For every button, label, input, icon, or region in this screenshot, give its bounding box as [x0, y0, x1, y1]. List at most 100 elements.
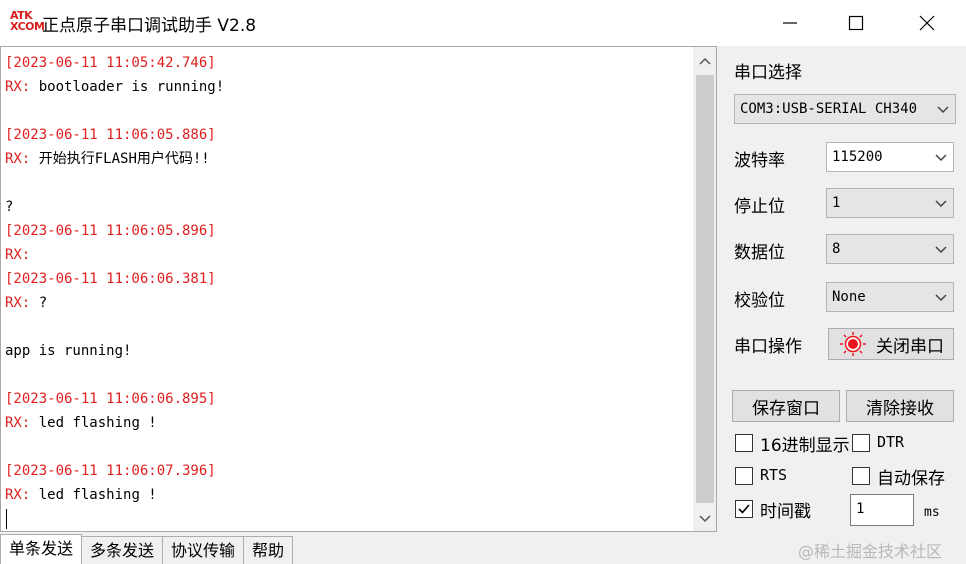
stop-bits-value: 1 [832, 195, 841, 211]
receive-lines: [2023-06-11 11:05:42.746] RX: bootloader … [5, 51, 691, 507]
data-bits-value: 8 [832, 241, 841, 257]
receive-line: RX: [5, 243, 691, 267]
message-text: app is running! [5, 343, 132, 359]
rts-label: RTS [760, 466, 788, 484]
parity-value: None [832, 289, 866, 305]
receive-line [5, 363, 691, 387]
timestamp-interval-input[interactable]: 1 [850, 494, 914, 526]
receive-line [5, 99, 691, 123]
title-bar: ATK XCOM 正点原子串口调试助手 V2.8 [0, 0, 966, 46]
chevron-up-icon [699, 57, 711, 65]
rx-message: 开始执行FLASH用户代码!! [30, 151, 210, 167]
timestamp-text: [2023-06-11 11:06:07.396] [5, 463, 216, 479]
scroll-down-button[interactable] [693, 507, 716, 531]
rx-prefix: RX: [5, 487, 31, 503]
port-operation-label: 串口操作 [734, 337, 802, 357]
timestamp-interval-value: 1 [856, 501, 865, 517]
bottom-tabs: 单条发送 多条发送 协议传输 帮助 [0, 534, 294, 564]
rx-prefix: RX: [5, 79, 31, 95]
receive-line: RX: bootloader is running! [5, 75, 691, 99]
settings-panel: 串口选择 COM3:USB-SERIAL CH340 波特率 115200 停止… [722, 46, 966, 564]
hex-display-label: 16进制显示 [760, 436, 850, 456]
receive-line: RX: led flashing ! [5, 411, 691, 435]
data-bits-dropdown[interactable]: 8 [826, 234, 954, 264]
parity-dropdown[interactable]: None [826, 282, 954, 312]
baud-dropdown[interactable]: 115200 [826, 142, 954, 172]
baud-label: 波特率 [734, 151, 785, 171]
tab-single-send[interactable]: 单条发送 [0, 534, 83, 564]
chevron-down-icon [935, 246, 947, 254]
interval-unit-label: ms [924, 505, 940, 520]
receive-line: app is running! [5, 339, 691, 363]
dtr-label: DTR [877, 433, 905, 451]
receive-line [5, 171, 691, 195]
chevron-down-icon [935, 200, 947, 208]
auto-save-checkbox[interactable] [852, 467, 870, 485]
rx-message: bootloader is running! [30, 79, 225, 95]
timestamp-text: [2023-06-11 11:06:05.886] [5, 127, 216, 143]
receive-line: [2023-06-11 11:06:06.381] [5, 267, 691, 291]
port-select-value: COM3:USB-SERIAL CH340 [740, 101, 918, 117]
checkmark-icon [738, 504, 750, 514]
receive-line [5, 435, 691, 459]
receive-scrollbar[interactable] [693, 47, 716, 531]
close-port-button[interactable]: 关闭串口 [828, 328, 954, 360]
stop-bits-dropdown[interactable]: 1 [826, 188, 954, 218]
rx-message: led flashing ! [30, 487, 157, 503]
logo-text-bottom: XCOM [10, 20, 45, 33]
clear-receive-button[interactable]: 清除接收 [846, 390, 954, 422]
rx-prefix: RX: [5, 415, 31, 431]
close-icon [919, 15, 935, 31]
timestamp-text: [2023-06-11 11:06:06.895] [5, 391, 216, 407]
rx-prefix: RX: [5, 151, 31, 167]
receive-line: ? [5, 195, 691, 219]
close-button[interactable] [892, 0, 962, 46]
rx-message: led flashing ! [30, 415, 157, 431]
chevron-down-icon [699, 515, 711, 523]
message-text: ? [5, 199, 14, 215]
timestamp-text: [2023-06-11 11:06:06.381] [5, 271, 216, 287]
receive-line: RX: 开始执行FLASH用户代码!! [5, 147, 691, 171]
receive-line: [2023-06-11 11:06:05.896] [5, 219, 691, 243]
rx-prefix: RX: [5, 295, 31, 311]
close-port-label: 关闭串口 [876, 336, 944, 357]
timestamp-text: [2023-06-11 11:06:05.896] [5, 223, 216, 239]
tab-multi-send[interactable]: 多条发送 [81, 536, 164, 564]
minimize-button[interactable] [755, 0, 825, 46]
data-bits-label: 数据位 [734, 243, 785, 263]
scroll-up-button[interactable] [693, 49, 716, 73]
rts-checkbox[interactable] [735, 467, 753, 485]
receive-line: [2023-06-11 11:06:06.895] [5, 387, 691, 411]
maximize-button[interactable] [821, 0, 891, 46]
auto-save-label: 自动保存 [877, 469, 945, 489]
watermark-text: @稀土掘金技术社区 [798, 542, 943, 561]
text-caret [6, 509, 7, 529]
baud-value: 115200 [832, 149, 883, 165]
rx-message: ? [30, 295, 48, 311]
window-title: 正点原子串口调试助手 V2.8 [42, 16, 257, 36]
minimize-icon [783, 22, 797, 24]
app-logo: ATK XCOM [10, 10, 45, 34]
receive-textarea[interactable]: [2023-06-11 11:05:42.746] RX: bootloader … [0, 46, 717, 532]
chevron-down-icon [937, 106, 949, 114]
chevron-down-icon [935, 154, 947, 162]
port-status-indicator-icon [840, 332, 866, 356]
timestamp-checkbox[interactable] [735, 500, 753, 518]
receive-line: [2023-06-11 11:06:05.886] [5, 123, 691, 147]
receive-line: [2023-06-11 11:06:07.396] [5, 459, 691, 483]
chevron-down-icon [935, 294, 947, 302]
dtr-checkbox[interactable] [852, 434, 870, 452]
timestamp-label: 时间戳 [760, 502, 811, 522]
hex-display-checkbox[interactable] [735, 434, 753, 452]
tab-help[interactable]: 帮助 [243, 536, 294, 564]
maximize-icon [848, 15, 864, 31]
port-select-label: 串口选择 [734, 63, 802, 83]
port-select-dropdown[interactable]: COM3:USB-SERIAL CH340 [734, 94, 956, 124]
timestamp-text: [2023-06-11 11:05:42.746] [5, 55, 216, 71]
parity-label: 校验位 [734, 291, 785, 311]
save-window-button[interactable]: 保存窗口 [732, 390, 840, 422]
receive-line: RX: led flashing ! [5, 483, 691, 507]
rx-prefix: RX: [5, 247, 31, 263]
tab-protocol[interactable]: 协议传输 [162, 536, 245, 564]
scroll-thumb[interactable] [696, 75, 714, 503]
